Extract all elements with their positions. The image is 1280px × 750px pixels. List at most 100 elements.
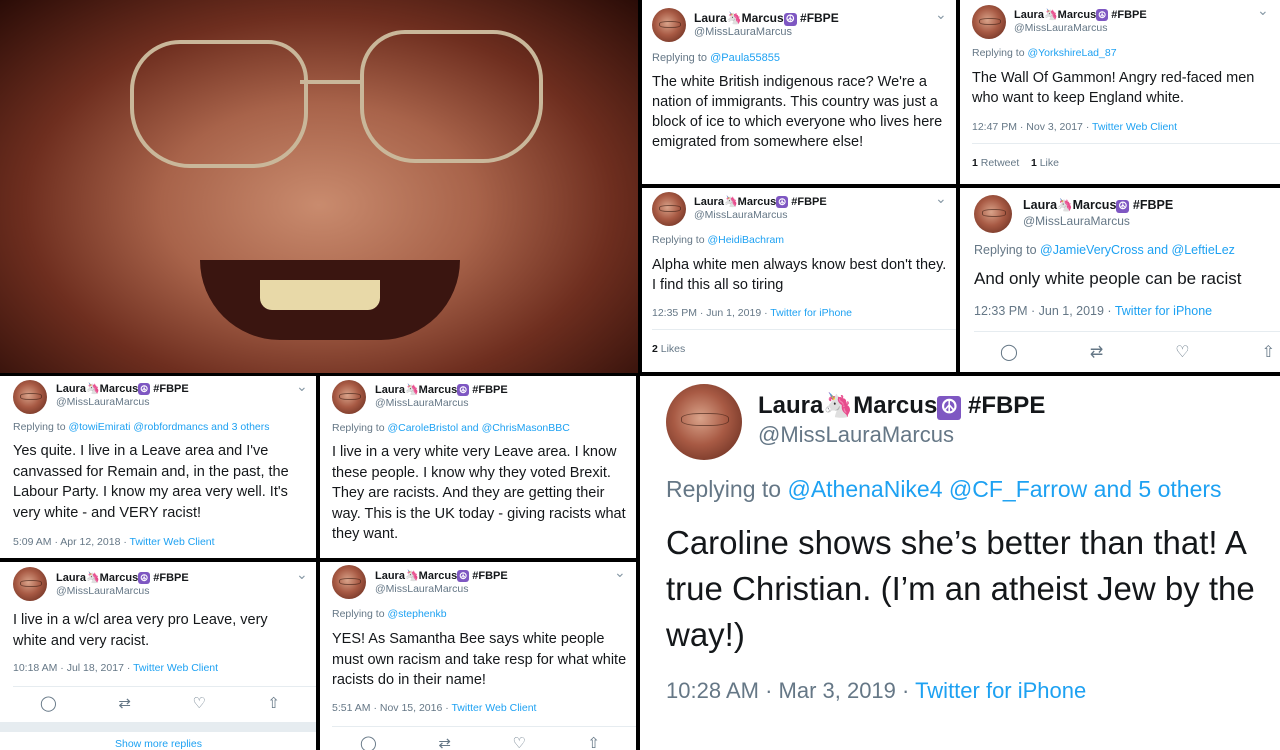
show-more-replies-link[interactable]: Show more replies [115,738,202,750]
retweet-icon[interactable]: ⇄ [1090,342,1103,362]
tweet-actions: ◯ ⇄ ♡ ⇧ [360,734,600,750]
tweet-card-7[interactable]: Laura🦄Marcus ☮ #FBPE @MissLauraMarcus ⌄ I… [0,562,316,750]
tweet-text: I live in a very white very Leave area. … [332,444,626,542]
reply-mention-link[interactable]: @AthenaNike4 @CF_Farrow and 5 others [787,476,1221,502]
tweet-card-8[interactable]: Laura🦄Marcus ☮ #FBPE @MissLauraMarcus ⌄ R… [320,562,636,750]
chevron-down-icon[interactable]: ⌄ [614,564,626,581]
glasses-bridge [300,80,362,84]
tweet-card-9[interactable]: Laura🦄Marcus ☮ #FBPE @MissLauraMarcus Rep… [640,376,1280,750]
reply-mention-link[interactable]: @Paula55855 [710,52,780,64]
reply-mention-link[interactable]: @CaroleBristol and @ChrisMasonBBC [387,422,569,434]
tweet-card-6[interactable]: Laura🦄Marcus ☮ #FBPE @MissLauraMarcus Rep… [320,376,636,558]
tweet-card-1[interactable]: Laura🦄Marcus ☮ #FBPE @MissLauraMarcus ⌄ R… [642,0,956,184]
share-icon[interactable]: ⇧ [587,734,600,750]
tweet-text: Yes quite. I live in a Leave area and I'… [13,443,289,521]
display-name[interactable]: Laura🦄Marcus ☮ #FBPE [694,195,827,208]
chevron-down-icon[interactable]: ⌄ [296,566,308,583]
tweet-text: And only white people can be racist [974,269,1242,288]
avatar[interactable] [652,8,686,42]
user-handle[interactable]: @MissLauraMarcus [56,585,150,597]
client-link[interactable]: Twitter Web Client [1092,121,1177,133]
reply-context: Replying to @JamieVeryCross and @LeftieL… [974,243,1235,257]
tweet-text: Alpha white men always know best don't t… [652,257,947,293]
avatar[interactable] [666,384,742,460]
tweet-text: The white British indigenous race? We're… [652,74,943,150]
tweet-stats[interactable]: 1 Retweet 1 Like [972,157,1059,169]
chevron-down-icon[interactable]: ⌄ [935,190,947,207]
avatar[interactable] [972,5,1006,39]
share-icon[interactable]: ⇧ [267,694,280,712]
portrait-photo [0,0,638,373]
user-handle[interactable]: @MissLauraMarcus [56,396,150,408]
tweet-text: The Wall Of Gammon! Angry red-faced men … [972,70,1255,106]
user-handle[interactable]: @MissLauraMarcus [1014,22,1108,34]
tweet-card-2[interactable]: Laura🦄Marcus ☮ #FBPE @MissLauraMarcus ⌄ R… [960,0,1280,184]
retweet-icon[interactable]: ⇄ [438,734,451,750]
reply-icon[interactable]: ◯ [360,734,377,750]
divider [974,331,1280,332]
display-name[interactable]: Laura🦄Marcus ☮ #FBPE [56,382,189,395]
avatar[interactable] [13,380,47,414]
display-name[interactable]: Laura🦄Marcus ☮ #FBPE [56,571,189,584]
client-link[interactable]: Twitter Web Client [130,536,215,548]
retweet-icon[interactable]: ⇄ [118,694,131,712]
tweet-actions: ◯ ⇄ ♡ ⇧ [1000,342,1275,362]
divider [652,329,956,330]
chevron-down-icon[interactable]: ⌄ [935,6,947,23]
reply-context: Replying to @HeidiBachram [652,234,785,246]
display-name[interactable]: Laura🦄Marcus ☮ #FBPE [375,383,508,396]
reply-mention-link[interactable]: @stephenkb [387,608,446,620]
chevron-down-icon[interactable]: ⌄ [1257,2,1269,19]
like-icon[interactable]: ♡ [192,694,205,712]
reply-mention-link[interactable]: @towiEmirati @robfordmancs and 3 others [68,421,269,433]
reply-mention-link[interactable]: @HeidiBachram [707,234,784,246]
tweet-timestamp: 10:18 AM · Jul 18, 2017 · Twitter Web Cl… [13,662,219,674]
reply-context: Replying to @AthenaNike4 @CF_Farrow and … [666,476,1222,502]
section-separator [0,722,316,732]
user-handle[interactable]: @MissLauraMarcus [758,422,954,448]
avatar[interactable] [652,192,686,226]
tweet-timestamp: 12:47 PM · Nov 3, 2017 · Twitter Web Cli… [972,121,1178,133]
user-handle[interactable]: @MissLauraMarcus [1023,214,1130,228]
tweet-timestamp: 5:09 AM · Apr 12, 2018 · Twitter Web Cli… [13,536,215,548]
reply-mention-link[interactable]: @YorkshireLad_87 [1027,47,1116,59]
glasses-left-lens [130,40,308,168]
reply-context: Replying to @towiEmirati @robfordmancs a… [13,421,270,433]
tweet-card-3[interactable]: Laura🦄Marcus ☮ #FBPE @MissLauraMarcus ⌄ R… [642,188,956,372]
tweet-text: YES! As Samantha Bee says white people m… [332,631,627,688]
reply-icon[interactable]: ◯ [40,694,57,712]
tweet-stats[interactable]: 2 Likes [652,343,685,355]
avatar[interactable] [13,567,47,601]
client-link[interactable]: Twitter Web Client [451,702,536,714]
chevron-down-icon[interactable]: ⌄ [296,378,308,395]
display-name[interactable]: Laura🦄Marcus ☮ #FBPE [375,569,508,582]
avatar[interactable] [332,380,366,414]
display-name[interactable]: Laura🦄Marcus ☮ #FBPE [694,11,839,26]
tweet-card-4[interactable]: Laura🦄Marcus ☮ #FBPE @MissLauraMarcus Rep… [960,188,1280,372]
display-name[interactable]: Laura🦄Marcus ☮ #FBPE [1014,8,1147,21]
like-icon[interactable]: ♡ [512,734,525,750]
tweet-timestamp: 10:28 AM · Mar 3, 2019 · Twitter for iPh… [666,678,1087,703]
tweet-actions: ◯ ⇄ ♡ ⇧ [40,694,280,712]
display-name[interactable]: Laura🦄Marcus ☮ #FBPE [758,391,1045,420]
user-handle[interactable]: @MissLauraMarcus [375,397,469,409]
like-icon[interactable]: ♡ [1175,342,1189,362]
client-link[interactable]: Twitter for iPhone [770,307,852,319]
share-icon[interactable]: ⇧ [1262,342,1275,362]
client-link[interactable]: Twitter Web Client [133,662,218,674]
user-handle[interactable]: @MissLauraMarcus [694,26,792,38]
user-handle[interactable]: @MissLauraMarcus [694,209,788,221]
user-handle[interactable]: @MissLauraMarcus [375,583,469,595]
divider [13,686,316,687]
tweet-card-5[interactable]: Laura🦄Marcus ☮ #FBPE @MissLauraMarcus ⌄ R… [0,376,316,558]
reply-context: Replying to @stephenkb [332,608,447,620]
client-link[interactable]: Twitter for iPhone [1115,304,1212,318]
reply-mention-link[interactable]: @JamieVeryCross and @LeftieLez [1040,243,1235,257]
tweet-text: I live in a w/cl area very pro Leave, ve… [13,612,268,649]
reply-icon[interactable]: ◯ [1000,342,1018,362]
avatar[interactable] [974,195,1012,233]
client-link[interactable]: Twitter for iPhone [915,678,1086,703]
divider [332,726,636,727]
display-name[interactable]: Laura🦄Marcus ☮ #FBPE [1023,198,1173,213]
avatar[interactable] [332,565,366,599]
